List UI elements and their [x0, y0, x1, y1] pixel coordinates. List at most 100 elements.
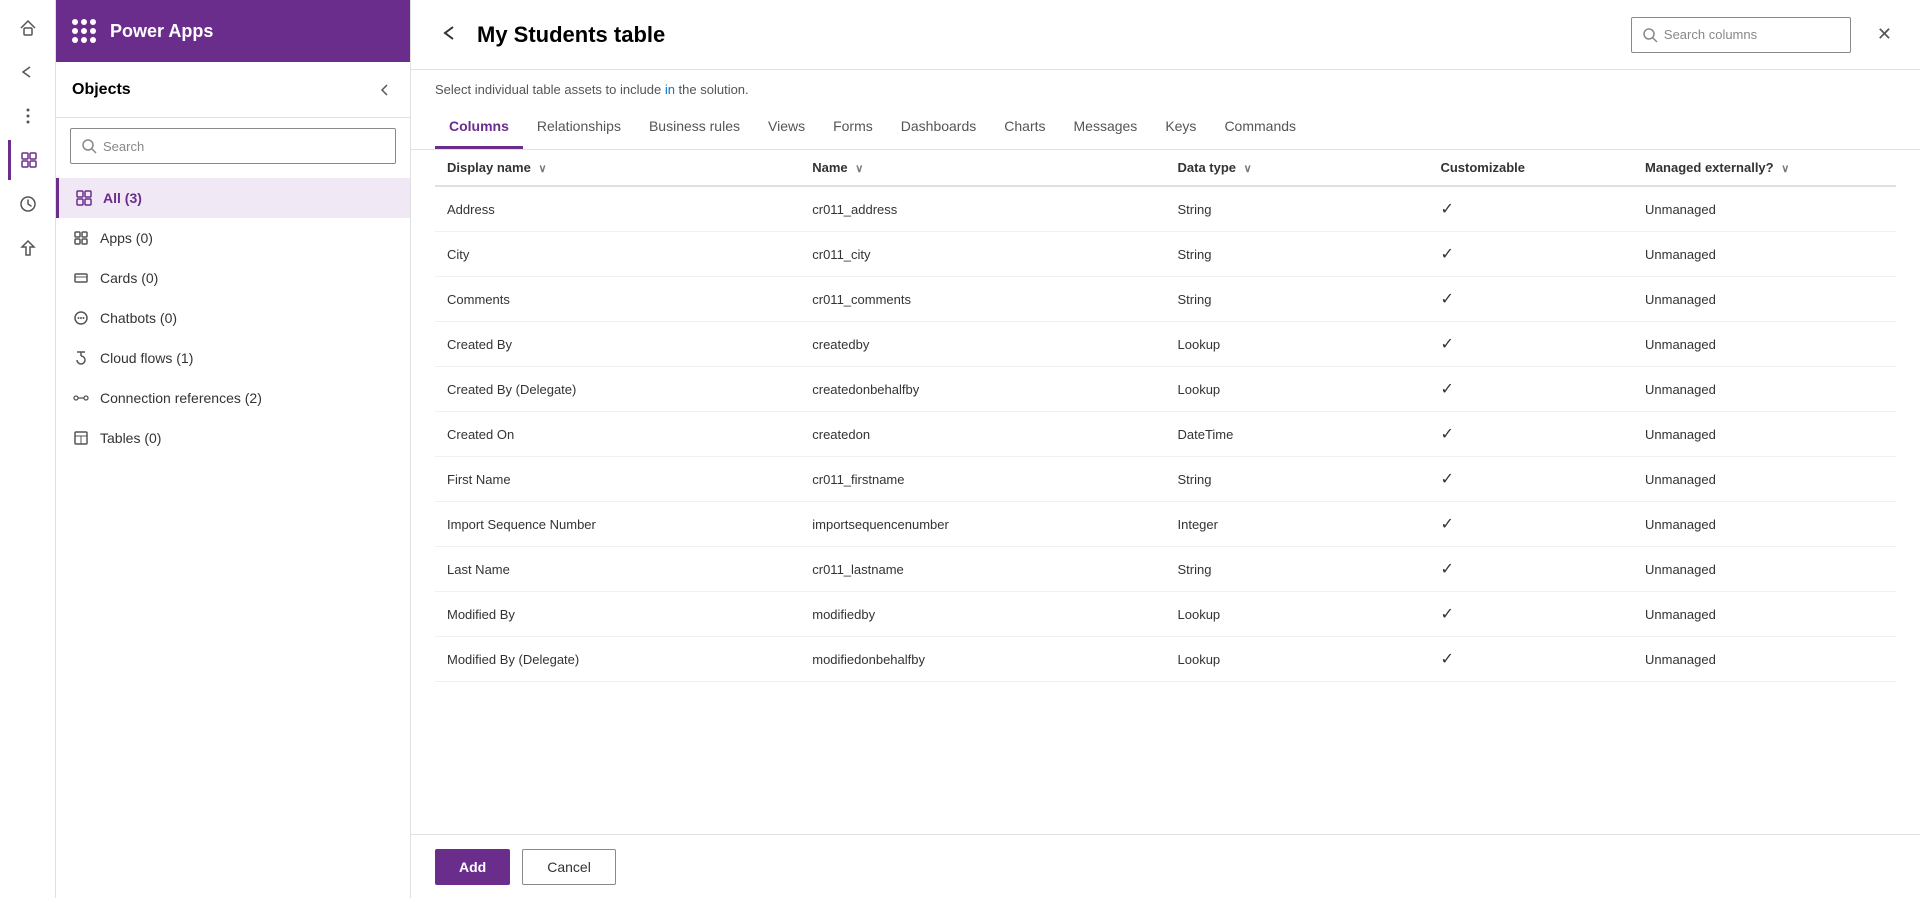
objects-heading: Objects — [56, 62, 410, 118]
cell-managed: Unmanaged — [1633, 457, 1896, 502]
connection-icon — [72, 389, 90, 407]
table-row[interactable]: Created On createdon DateTime ✓ Unmanage… — [435, 412, 1896, 457]
cell-data-type: Lookup — [1166, 322, 1429, 367]
tab-relationships[interactable]: Relationships — [523, 105, 635, 149]
cell-display-name: Created On — [435, 412, 800, 457]
cell-data-type: Lookup — [1166, 592, 1429, 637]
tab-charts[interactable]: Charts — [990, 105, 1059, 149]
sidebar-search[interactable]: Search — [70, 128, 396, 164]
tab-keys[interactable]: Keys — [1151, 105, 1210, 149]
cell-customizable: ✓ — [1428, 457, 1633, 502]
cell-customizable: ✓ — [1428, 412, 1633, 457]
cell-data-type: String — [1166, 547, 1429, 592]
cell-customizable: ✓ — [1428, 637, 1633, 682]
header-customizable: Customizable — [1428, 150, 1633, 186]
main-content: + New My First Solu... My Students table — [411, 0, 1920, 898]
columns-table: Display name ∨ Name ∨ Data type ∨ Custom… — [435, 150, 1896, 682]
tab-dashboards[interactable]: Dashboards — [887, 105, 991, 149]
modal-subtitle-link[interactable]: in — [665, 82, 675, 97]
sidebar-item-tables[interactable]: Tables (0) — [56, 418, 410, 458]
cell-name: cr011_city — [800, 232, 1165, 277]
nav-back-icon[interactable] — [8, 52, 48, 92]
table-row[interactable]: First Name cr011_firstname String ✓ Unma… — [435, 457, 1896, 502]
table-row[interactable]: Comments cr011_comments String ✓ Unmanag… — [435, 277, 1896, 322]
cell-name: createdonbehalfby — [800, 367, 1165, 412]
tab-forms[interactable]: Forms — [819, 105, 887, 149]
cell-data-type: Lookup — [1166, 367, 1429, 412]
cards-icon — [72, 269, 90, 287]
collapse-icon[interactable] — [374, 80, 394, 100]
cell-name: cr011_firstname — [800, 457, 1165, 502]
app-grid-icon — [72, 19, 96, 43]
tab-messages[interactable]: Messages — [1060, 105, 1152, 149]
sidebar-item-connrefs[interactable]: Connection references (2) — [56, 378, 410, 418]
nav-dots-icon[interactable] — [8, 96, 48, 136]
sidebar-item-label-all: All (3) — [103, 190, 142, 206]
cell-managed: Unmanaged — [1633, 412, 1896, 457]
table-row[interactable]: Last Name cr011_lastname String ✓ Unmana… — [435, 547, 1896, 592]
cell-display-name: City — [435, 232, 800, 277]
search-icon — [81, 138, 97, 154]
cell-customizable: ✓ — [1428, 502, 1633, 547]
chatbots-icon — [72, 309, 90, 327]
header-name[interactable]: Name ∨ — [800, 150, 1165, 186]
cell-customizable: ✓ — [1428, 547, 1633, 592]
cell-data-type: Lookup — [1166, 637, 1429, 682]
cell-name: createdon — [800, 412, 1165, 457]
apps-icon — [72, 229, 90, 247]
nav-objects-icon[interactable] — [8, 140, 48, 180]
cell-managed: Unmanaged — [1633, 547, 1896, 592]
tables-icon — [72, 429, 90, 447]
nav-publish-icon[interactable] — [8, 228, 48, 268]
cell-name: cr011_lastname — [800, 547, 1165, 592]
sidebar-item-cloudflows[interactable]: Cloud flows (1) — [56, 338, 410, 378]
table-row[interactable]: Modified By modifiedby Lookup ✓ Unmanage… — [435, 592, 1896, 637]
table-row[interactable]: Created By (Delegate) createdonbehalfby … — [435, 367, 1896, 412]
table-row[interactable]: City cr011_city String ✓ Unmanaged — [435, 232, 1896, 277]
nav-history-icon[interactable] — [8, 184, 48, 224]
table-row[interactable]: Address cr011_address String ✓ Unmanaged — [435, 186, 1896, 232]
table-row[interactable]: Modified By (Delegate) modifiedonbehalfb… — [435, 637, 1896, 682]
sidebar-item-cards[interactable]: Cards (0) — [56, 258, 410, 298]
tab-views[interactable]: Views — [754, 105, 819, 149]
sidebar-item-label-tables: Tables (0) — [100, 430, 161, 446]
cell-managed: Unmanaged — [1633, 186, 1896, 232]
modal-subtitle: Select individual table assets to includ… — [411, 82, 1920, 97]
cell-name: modifiedby — [800, 592, 1165, 637]
app-header: Power Apps — [56, 0, 410, 62]
header-display-name[interactable]: Display name ∨ — [435, 150, 800, 186]
sidebar-item-chatbots[interactable]: Chatbots (0) — [56, 298, 410, 338]
cancel-button[interactable]: Cancel — [522, 849, 616, 885]
cell-data-type: Integer — [1166, 502, 1429, 547]
cell-data-type: String — [1166, 277, 1429, 322]
columns-table-body: Address cr011_address String ✓ Unmanaged… — [435, 186, 1896, 682]
sidebar-item-label-cards: Cards (0) — [100, 270, 158, 286]
tab-columns[interactable]: Columns — [435, 105, 523, 149]
table-row[interactable]: Import Sequence Number importsequencenum… — [435, 502, 1896, 547]
cell-name: importsequencenumber — [800, 502, 1165, 547]
sidebar-item-label-connrefs: Connection references (2) — [100, 390, 262, 406]
tab-business-rules[interactable]: Business rules — [635, 105, 754, 149]
add-button[interactable]: Add — [435, 849, 510, 885]
sidebar-item-apps[interactable]: Apps (0) — [56, 218, 410, 258]
cell-display-name: Last Name — [435, 547, 800, 592]
header-managed-externally[interactable]: Managed externally? ∨ — [1633, 150, 1896, 186]
cell-data-type: String — [1166, 232, 1429, 277]
cell-customizable: ✓ — [1428, 277, 1633, 322]
modal-tabs: Columns Relationships Business rules Vie… — [411, 105, 1920, 150]
cell-name: cr011_comments — [800, 277, 1165, 322]
cell-managed: Unmanaged — [1633, 637, 1896, 682]
cell-data-type: String — [1166, 186, 1429, 232]
modal-header: My Students table Search columns ✕ — [411, 62, 1920, 70]
cell-data-type: DateTime — [1166, 412, 1429, 457]
page-body: My Students table Search columns ✕ Selec… — [411, 62, 1920, 898]
table-header-row: Display name ∨ Name ∨ Data type ∨ Custom… — [435, 150, 1896, 186]
sidebar-item-all[interactable]: All (3) — [56, 178, 410, 218]
nav-home-icon[interactable] — [8, 8, 48, 48]
table-row[interactable]: Created By createdby Lookup ✓ Unmanaged — [435, 322, 1896, 367]
all-icon — [75, 189, 93, 207]
cell-name: cr011_address — [800, 186, 1165, 232]
tab-commands[interactable]: Commands — [1210, 105, 1310, 149]
header-data-type[interactable]: Data type ∨ — [1166, 150, 1429, 186]
sort-managed-icon: ∨ — [1781, 162, 1789, 175]
